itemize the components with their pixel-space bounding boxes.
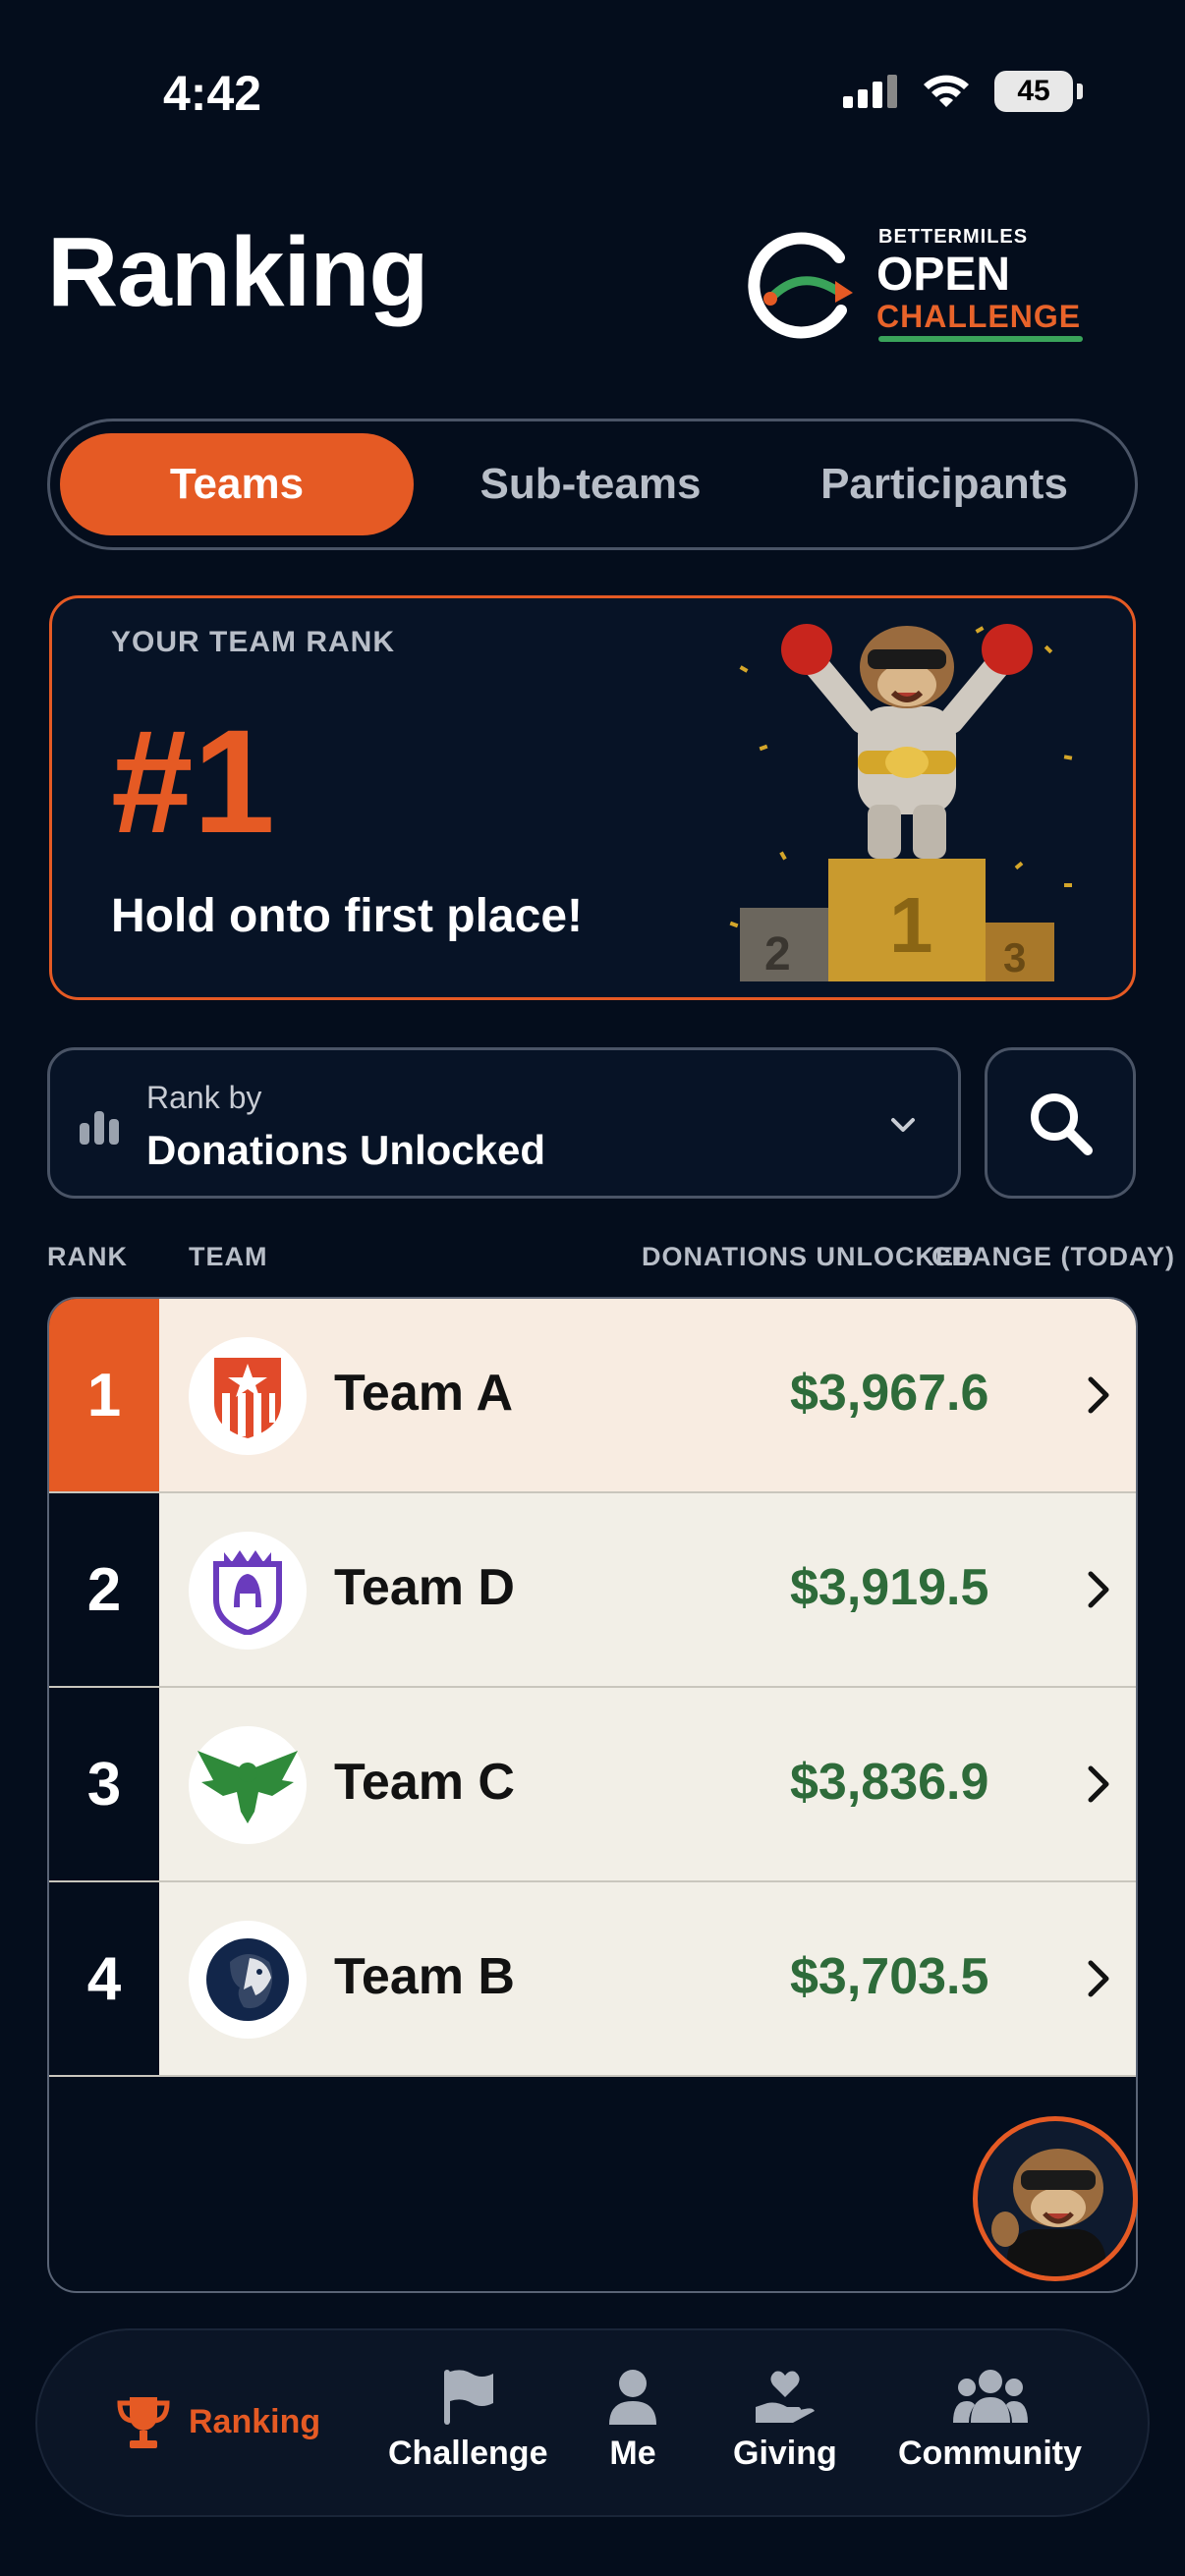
team-name: Team A xyxy=(334,1365,514,1422)
eagle-icon xyxy=(189,1726,307,1844)
nav-giving-label: Giving xyxy=(733,2435,837,2472)
rank-card-value: #1 xyxy=(111,699,275,864)
chevron-right-icon xyxy=(1088,1376,1109,1414)
search-icon xyxy=(1031,1093,1093,1155)
tab-sub-teams[interactable]: Sub-teams xyxy=(414,433,767,535)
header-rank: RANK xyxy=(47,1242,128,1271)
team-name: Team B xyxy=(334,1948,515,2005)
chevron-right-icon xyxy=(1088,1571,1109,1608)
rank-by-dropdown[interactable]: Rank by Donations Unlocked xyxy=(47,1047,961,1199)
page-title: Ranking xyxy=(47,217,428,327)
rank-by-label: Rank by xyxy=(146,1080,262,1115)
chevron-down-icon xyxy=(891,1118,915,1132)
status-icons: 45 xyxy=(843,71,1083,112)
spartan-helmet-icon xyxy=(189,1532,307,1650)
table-row[interactable]: 1 Team A $3,967.6 xyxy=(49,1299,1136,1493)
chevron-right-icon xyxy=(1088,1960,1109,1997)
header-donations: DONATIONS UNLOCKED xyxy=(642,1242,975,1271)
logo-challenge-text: CHALLENGE xyxy=(876,299,1082,334)
team-amount: $3,836.9 xyxy=(790,1754,989,1811)
group-icon xyxy=(952,2370,1028,2423)
table-row[interactable]: 4 Team B $3,703.5 xyxy=(49,1882,1136,2077)
row-rank: 3 xyxy=(49,1688,159,1880)
rank-card-message: Hold onto first place! xyxy=(111,890,583,942)
team-amount: $3,967.6 xyxy=(790,1365,989,1422)
header-change: CHANGE (TODAY) xyxy=(931,1242,1176,1271)
nav-giving[interactable]: Giving xyxy=(733,2368,837,2473)
nav-community[interactable]: Community xyxy=(898,2368,1082,2473)
search-button[interactable] xyxy=(985,1047,1136,1199)
person-icon xyxy=(609,2370,656,2425)
svg-text:1: 1 xyxy=(889,881,933,969)
team-amount: $3,919.5 xyxy=(790,1559,989,1616)
row-rank: 4 xyxy=(49,1882,159,2075)
tab-teams[interactable]: Teams xyxy=(60,433,414,535)
nav-ranking[interactable]: Ranking xyxy=(116,2393,320,2450)
mascot-avatar-button[interactable] xyxy=(973,2116,1138,2281)
logo-brand-text: BETTERMILES xyxy=(878,226,1029,248)
rank-by-value: Donations Unlocked xyxy=(146,1127,546,1173)
mascot-podium-illustration: 2 1 3 xyxy=(729,624,1073,981)
tab-participants[interactable]: Participants xyxy=(767,433,1121,535)
wifi-icon xyxy=(924,75,969,107)
battery-indicator: 45 xyxy=(994,71,1073,112)
nav-challenge-label: Challenge xyxy=(388,2435,548,2472)
trophy-icon xyxy=(117,2397,170,2448)
team-name: Team D xyxy=(334,1559,515,1616)
row-rank: 2 xyxy=(49,1493,159,1686)
svg-text:2: 2 xyxy=(764,928,791,980)
bettermiles-logo: BETTERMILES OPEN CHALLENGE xyxy=(743,220,1087,348)
bottom-nav: Ranking Challenge Me Giving Community xyxy=(35,2328,1150,2517)
shield-star-icon xyxy=(189,1337,307,1455)
logo-underline xyxy=(878,336,1083,342)
nav-me-label: Me xyxy=(609,2435,656,2472)
row-rank: 1 xyxy=(49,1299,159,1491)
ranking-tabs: Teams Sub-teams Participants xyxy=(47,419,1138,550)
team-name: Team C xyxy=(334,1754,515,1811)
team-rank-card: YOUR TEAM RANK #1 Hold onto first place!… xyxy=(49,595,1136,1000)
flag-icon xyxy=(444,2370,494,2425)
table-row[interactable]: 2 Team D $3,919.5 xyxy=(49,1493,1136,1688)
nav-me[interactable]: Me xyxy=(605,2368,660,2473)
nav-challenge[interactable]: Challenge xyxy=(388,2368,547,2473)
ranking-table: 1 Team A $3,967.6 2 Team D $3,919.5 3 Te… xyxy=(47,1297,1138,2293)
logo-mark-icon xyxy=(748,232,853,339)
svg-text:3: 3 xyxy=(1003,934,1026,980)
signal-icon xyxy=(843,75,897,108)
bar-chart-icon xyxy=(80,1111,119,1145)
team-amount: $3,703.5 xyxy=(790,1948,989,2005)
rank-card-label: YOUR TEAM RANK xyxy=(111,626,395,658)
chevron-right-icon xyxy=(1088,1765,1109,1803)
mascot-avatar-icon xyxy=(991,2149,1105,2276)
lion-icon xyxy=(189,1921,307,2039)
nav-community-label: Community xyxy=(898,2435,1082,2472)
header-team: TEAM xyxy=(189,1242,268,1271)
status-time: 4:42 xyxy=(163,66,262,121)
logo-open-text: OPEN xyxy=(876,249,1011,301)
heart-hand-icon xyxy=(755,2371,815,2423)
table-row[interactable]: 3 Team C $3,836.9 xyxy=(49,1688,1136,1882)
nav-ranking-label: Ranking xyxy=(189,2402,321,2440)
